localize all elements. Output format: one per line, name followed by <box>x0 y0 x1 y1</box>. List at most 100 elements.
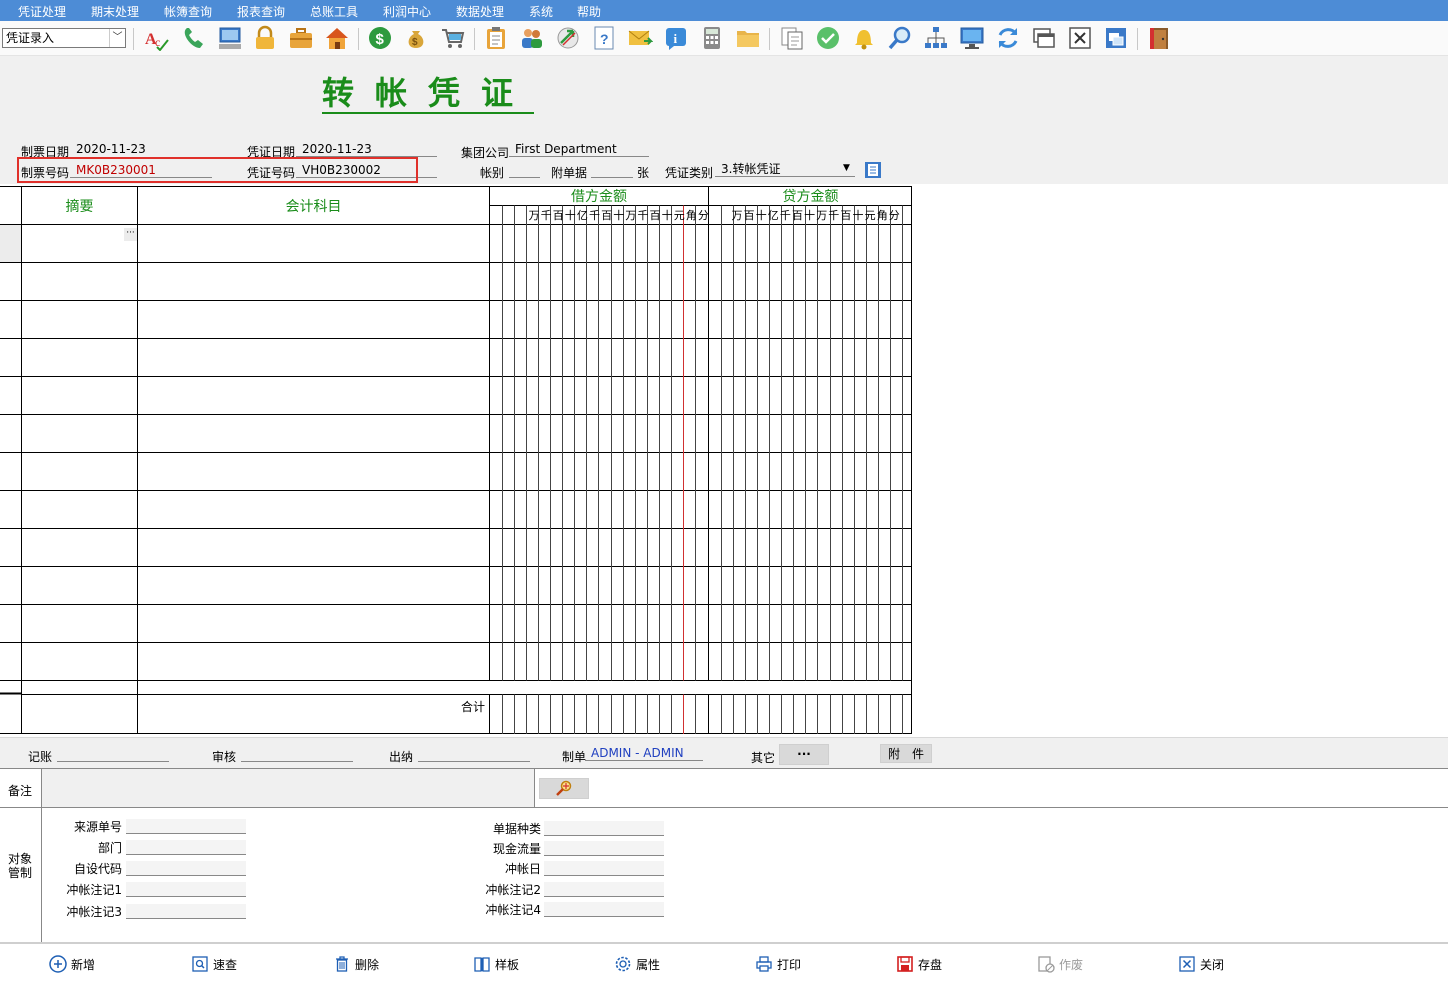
mail-icon[interactable] <box>627 25 653 51</box>
monitor-icon[interactable] <box>959 25 985 51</box>
menu-period-end[interactable]: 期末处理 <box>91 3 139 20</box>
action-button-label: 新增 <box>71 958 96 972</box>
summary-picker-button[interactable]: ··· <box>124 228 137 241</box>
debit-unit-label: 十 <box>613 209 625 222</box>
action-button-quick-search[interactable]: 速查 <box>191 955 261 975</box>
object-left-field[interactable] <box>126 840 246 855</box>
clipboard-icon[interactable] <box>483 25 509 51</box>
action-button-close[interactable]: 关闭 <box>1178 955 1248 975</box>
object-right-field[interactable] <box>544 882 664 897</box>
info-icon[interactable]: i <box>663 25 689 51</box>
attach-label: 附单据 <box>551 166 588 180</box>
object-left-label: 冲帐注记1 <box>66 883 122 897</box>
action-button-void[interactable]: 作废 <box>1037 955 1107 975</box>
object-left-label: 自设代码 <box>73 862 122 876</box>
voucher-type-select[interactable]: 3.转帐凭证 <box>715 162 855 177</box>
mode-select[interactable]: 凭证录入 ﹀ <box>2 28 126 48</box>
folder-icon[interactable] <box>735 25 761 51</box>
briefcase-icon[interactable] <box>288 25 314 51</box>
check-icon[interactable] <box>815 25 841 51</box>
help-document-icon[interactable]: ? <box>591 25 617 51</box>
users-icon[interactable] <box>519 25 545 51</box>
object-right-label: 冲帐注记2 <box>485 883 541 897</box>
make-date-field[interactable]: 2020-11-23 <box>70 142 212 157</box>
object-right-label: 单据种类 <box>492 822 541 836</box>
menu-help[interactable]: 帮助 <box>577 3 601 20</box>
search-icon[interactable] <box>887 25 913 51</box>
action-button-plus-circle[interactable]: 新增 <box>49 955 119 975</box>
maker-field: ADMIN - ADMIN <box>585 746 703 761</box>
trash-icon <box>336 956 348 972</box>
book-icon <box>474 957 490 972</box>
credit-unit-label: 亿 <box>767 209 779 222</box>
cascade-window-icon[interactable] <box>1103 25 1129 51</box>
post-field <box>57 747 169 762</box>
object-right-field[interactable] <box>544 861 664 876</box>
object-left-field[interactable] <box>126 861 246 876</box>
action-button-trash[interactable]: 删除 <box>333 955 403 975</box>
exit-door-icon[interactable] <box>1147 25 1173 51</box>
debit-unit-label: 百 <box>552 209 564 222</box>
credit-header: 贷方金额 <box>782 189 839 205</box>
object-right-field[interactable] <box>544 821 664 836</box>
object-left-field[interactable] <box>126 882 246 897</box>
voucher-book-icon[interactable] <box>864 161 882 179</box>
menu-report-query[interactable]: 报表查询 <box>237 3 285 20</box>
transfer-icon[interactable] <box>555 25 581 51</box>
bell-icon[interactable] <box>851 25 877 51</box>
row-selector[interactable] <box>0 224 21 262</box>
action-button-gear[interactable]: 属性 <box>614 955 684 975</box>
company-field[interactable]: First Department <box>509 142 649 157</box>
action-button-book[interactable]: 样板 <box>473 955 543 975</box>
copy-icon[interactable] <box>779 25 805 51</box>
object-right-field[interactable] <box>544 902 664 917</box>
voucher-date-field[interactable]: 2020-11-23 <box>296 142 437 157</box>
attach-count-field[interactable] <box>591 163 633 178</box>
other-button[interactable]: ··· <box>779 744 829 765</box>
action-button-printer[interactable]: 打印 <box>755 955 825 975</box>
action-button-label: 速查 <box>213 958 238 972</box>
action-button-label: 存盘 <box>918 958 943 972</box>
object-control-label: 对象管制 <box>7 852 32 880</box>
menu-ledger-query[interactable]: 帐簿查询 <box>164 3 212 20</box>
voucher-title: 转帐凭证 <box>322 74 535 114</box>
lock-icon[interactable] <box>252 25 278 51</box>
object-left-field[interactable] <box>126 904 246 919</box>
object-left-field[interactable] <box>126 819 246 834</box>
restore-window-icon[interactable] <box>1031 25 1057 51</box>
object-right-field[interactable] <box>544 841 664 856</box>
quick-search-icon <box>192 956 208 972</box>
menu-voucher[interactable]: 凭证处理 <box>18 3 66 20</box>
calculator-icon[interactable] <box>699 25 725 51</box>
audit-label: 审核 <box>212 750 237 764</box>
org-chart-icon[interactable] <box>923 25 949 51</box>
action-button-save[interactable]: 存盘 <box>896 955 966 975</box>
debit-unit-label: 亿 <box>576 209 588 222</box>
computer-icon[interactable] <box>217 25 243 51</box>
phone-icon[interactable] <box>181 25 207 51</box>
maker-label: 制单 <box>562 750 587 764</box>
menu-bar: 凭证处理 期末处理 帐簿查询 报表查询 总账工具 利润中心 数据处理 系统 帮助 <box>0 0 1448 21</box>
remark-lookup-button[interactable] <box>539 778 589 799</box>
debit-unit-label: 角 <box>685 209 697 222</box>
cart-icon[interactable] <box>440 25 466 51</box>
dollar-icon[interactable]: $ <box>367 25 393 51</box>
spellcheck-icon[interactable]: Ac <box>144 25 170 51</box>
money-bag-icon[interactable]: $ <box>403 25 429 51</box>
menu-system[interactable]: 系统 <box>529 3 553 20</box>
close-window-icon[interactable] <box>1067 25 1093 51</box>
toolbar-separator <box>1137 28 1138 50</box>
company-label: 集团公司 <box>461 146 510 160</box>
credit-unit-label: 十 <box>755 209 767 222</box>
book-field[interactable] <box>509 163 540 178</box>
refresh-icon[interactable] <box>995 25 1021 51</box>
attachment-button[interactable]: 附 件 <box>880 744 932 763</box>
home-icon[interactable] <box>324 25 350 51</box>
remark-input[interactable] <box>41 769 535 807</box>
search-icon <box>556 780 572 796</box>
save-icon <box>897 956 913 972</box>
menu-profit-center[interactable]: 利润中心 <box>383 3 431 20</box>
menu-gl-tools[interactable]: 总账工具 <box>310 3 358 20</box>
menu-data-process[interactable]: 数据处理 <box>456 3 504 20</box>
debit-unit-label: 百 <box>601 209 613 222</box>
